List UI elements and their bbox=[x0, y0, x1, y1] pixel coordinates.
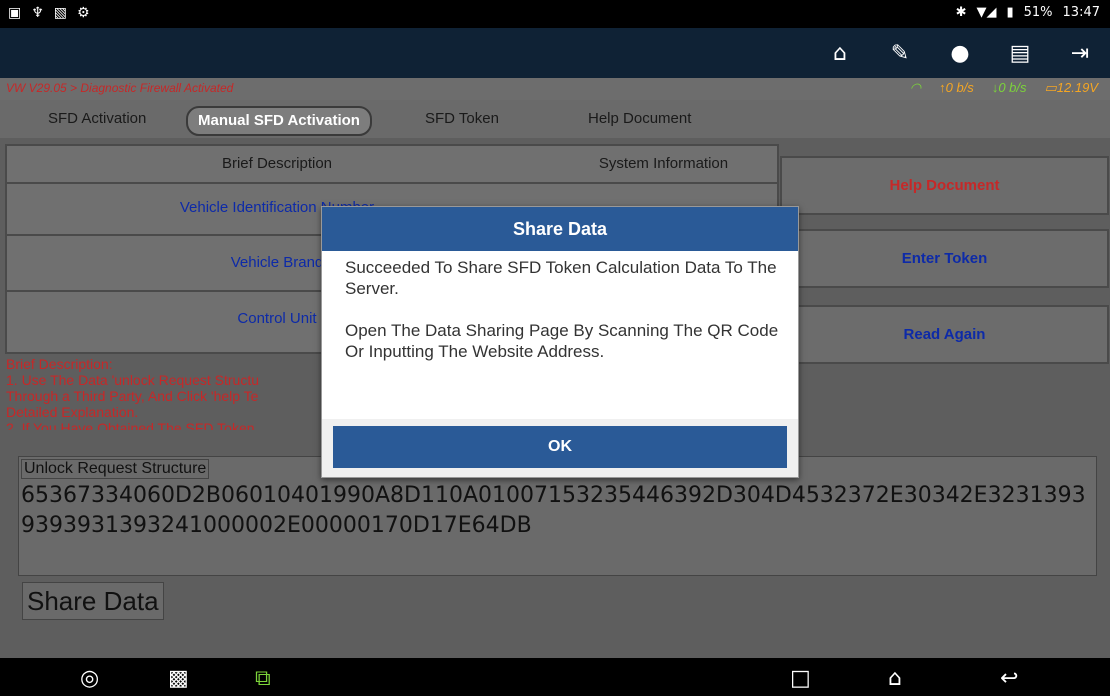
clock: 13:47 bbox=[1062, 5, 1100, 20]
breadcrumb-bar: VW V29.05 > Diagnostic Firewall Activate… bbox=[0, 78, 1110, 100]
settings-icon: ⚙ bbox=[77, 5, 90, 21]
breadcrumb: VW V29.05 > Diagnostic Firewall Activate… bbox=[6, 81, 234, 95]
top-toolbar: ⌂ ✎ ● ▤ ⇥ bbox=[0, 28, 1110, 78]
tab-help-document[interactable]: Help Document bbox=[588, 106, 691, 132]
tab-manual-sfd-activation[interactable]: Manual SFD Activation bbox=[186, 106, 372, 136]
navigation-bar: ◎ ▩ ⧉ □ ⌂ ↩ bbox=[0, 658, 1110, 696]
back-icon[interactable]: ↩ bbox=[1000, 666, 1018, 691]
description-line: Detailed Explanation. bbox=[6, 404, 139, 420]
wifi-icon: ◠ bbox=[909, 80, 922, 95]
description-line: Through a Third Party, And Click 'help T… bbox=[6, 388, 259, 404]
battery-percent: 51% bbox=[1023, 5, 1053, 20]
edit-icon[interactable]: ✎ bbox=[870, 28, 930, 78]
dialog-message: Succeeded To Share SFD Token Calculation… bbox=[345, 257, 785, 362]
home-icon[interactable]: ⌂ bbox=[810, 28, 870, 78]
status-right: ✱ ▼◢ ▮ 51% 13:47 bbox=[956, 5, 1100, 20]
dialog-message-success: Succeeded To Share SFD Token Calculation… bbox=[345, 258, 777, 298]
dialog-message-instructions: Open The Data Sharing Page By Scanning T… bbox=[345, 321, 779, 361]
browser-icon[interactable]: ◎ bbox=[80, 666, 99, 691]
chat-icon[interactable]: ● bbox=[930, 28, 990, 78]
column-brief-description: Brief Description bbox=[221, 155, 333, 172]
usb-icon: ♆ bbox=[31, 5, 44, 21]
table-header: Brief Description System Information bbox=[7, 146, 777, 184]
battery-icon: ▮ bbox=[1006, 5, 1014, 20]
column-system-information: System Information bbox=[598, 155, 729, 172]
signal-icon: ▼◢ bbox=[976, 5, 997, 20]
dialog-footer: OK bbox=[322, 419, 798, 477]
dialog-title: Share Data bbox=[322, 207, 798, 251]
unlock-request-title: Unlock Request Structure bbox=[21, 459, 210, 479]
tab-sfd-activation[interactable]: SFD Activation bbox=[48, 106, 146, 132]
vci-icon[interactable]: ⧉ bbox=[255, 666, 271, 691]
share-data-dialog: Share Data Succeeded To Share SFD Token … bbox=[321, 206, 799, 478]
unlock-request-data: 65367334060D2B06010401990A8D110A01007153… bbox=[21, 483, 1086, 538]
recent-apps-icon[interactable]: □ bbox=[790, 666, 811, 691]
home-nav-icon[interactable]: ⌂ bbox=[888, 666, 902, 691]
enter-token-button[interactable]: Enter Token bbox=[780, 229, 1109, 288]
download-rate: ↓0 b/s bbox=[991, 80, 1027, 95]
upload-rate: ↑0 b/s bbox=[939, 80, 974, 95]
gallery-icon[interactable]: ▩ bbox=[168, 666, 189, 691]
ok-button[interactable]: OK bbox=[333, 426, 787, 468]
description-line: 2. If You Have Obtained The SFD Token, bbox=[6, 420, 259, 430]
status-left-icons: ▣ ♆ ▧ ⚙ bbox=[8, 5, 90, 21]
screenshot-icon: ▣ bbox=[8, 5, 22, 21]
description-line: 1. Use The Data 'unlock Request Structu bbox=[6, 372, 259, 388]
bluetooth-icon: ✱ bbox=[955, 5, 967, 20]
tab-sfd-token[interactable]: SFD Token bbox=[425, 106, 499, 132]
help-document-button[interactable]: Help Document bbox=[780, 156, 1109, 215]
voltage: ▭12.19V bbox=[1044, 80, 1099, 95]
description-title: Brief Description: bbox=[6, 356, 113, 372]
share-data-button[interactable]: Share Data bbox=[22, 582, 164, 620]
network-status: ◠ ↑0 b/s ↓0 b/s ▭12.19V bbox=[910, 80, 1098, 96]
exit-icon[interactable]: ⇥ bbox=[1050, 28, 1110, 78]
tab-bar: SFD Activation Manual SFD Activation SFD… bbox=[0, 100, 1110, 138]
brief-description: Brief Description: 1. Use The Data 'unlo… bbox=[6, 356, 336, 430]
read-again-button[interactable]: Read Again bbox=[780, 305, 1109, 364]
print-icon[interactable]: ▤ bbox=[990, 28, 1050, 78]
status-bar: ▣ ♆ ▧ ⚙ ✱ ▼◢ ▮ 51% 13:47 bbox=[0, 0, 1110, 28]
image-icon: ▧ bbox=[53, 5, 68, 21]
